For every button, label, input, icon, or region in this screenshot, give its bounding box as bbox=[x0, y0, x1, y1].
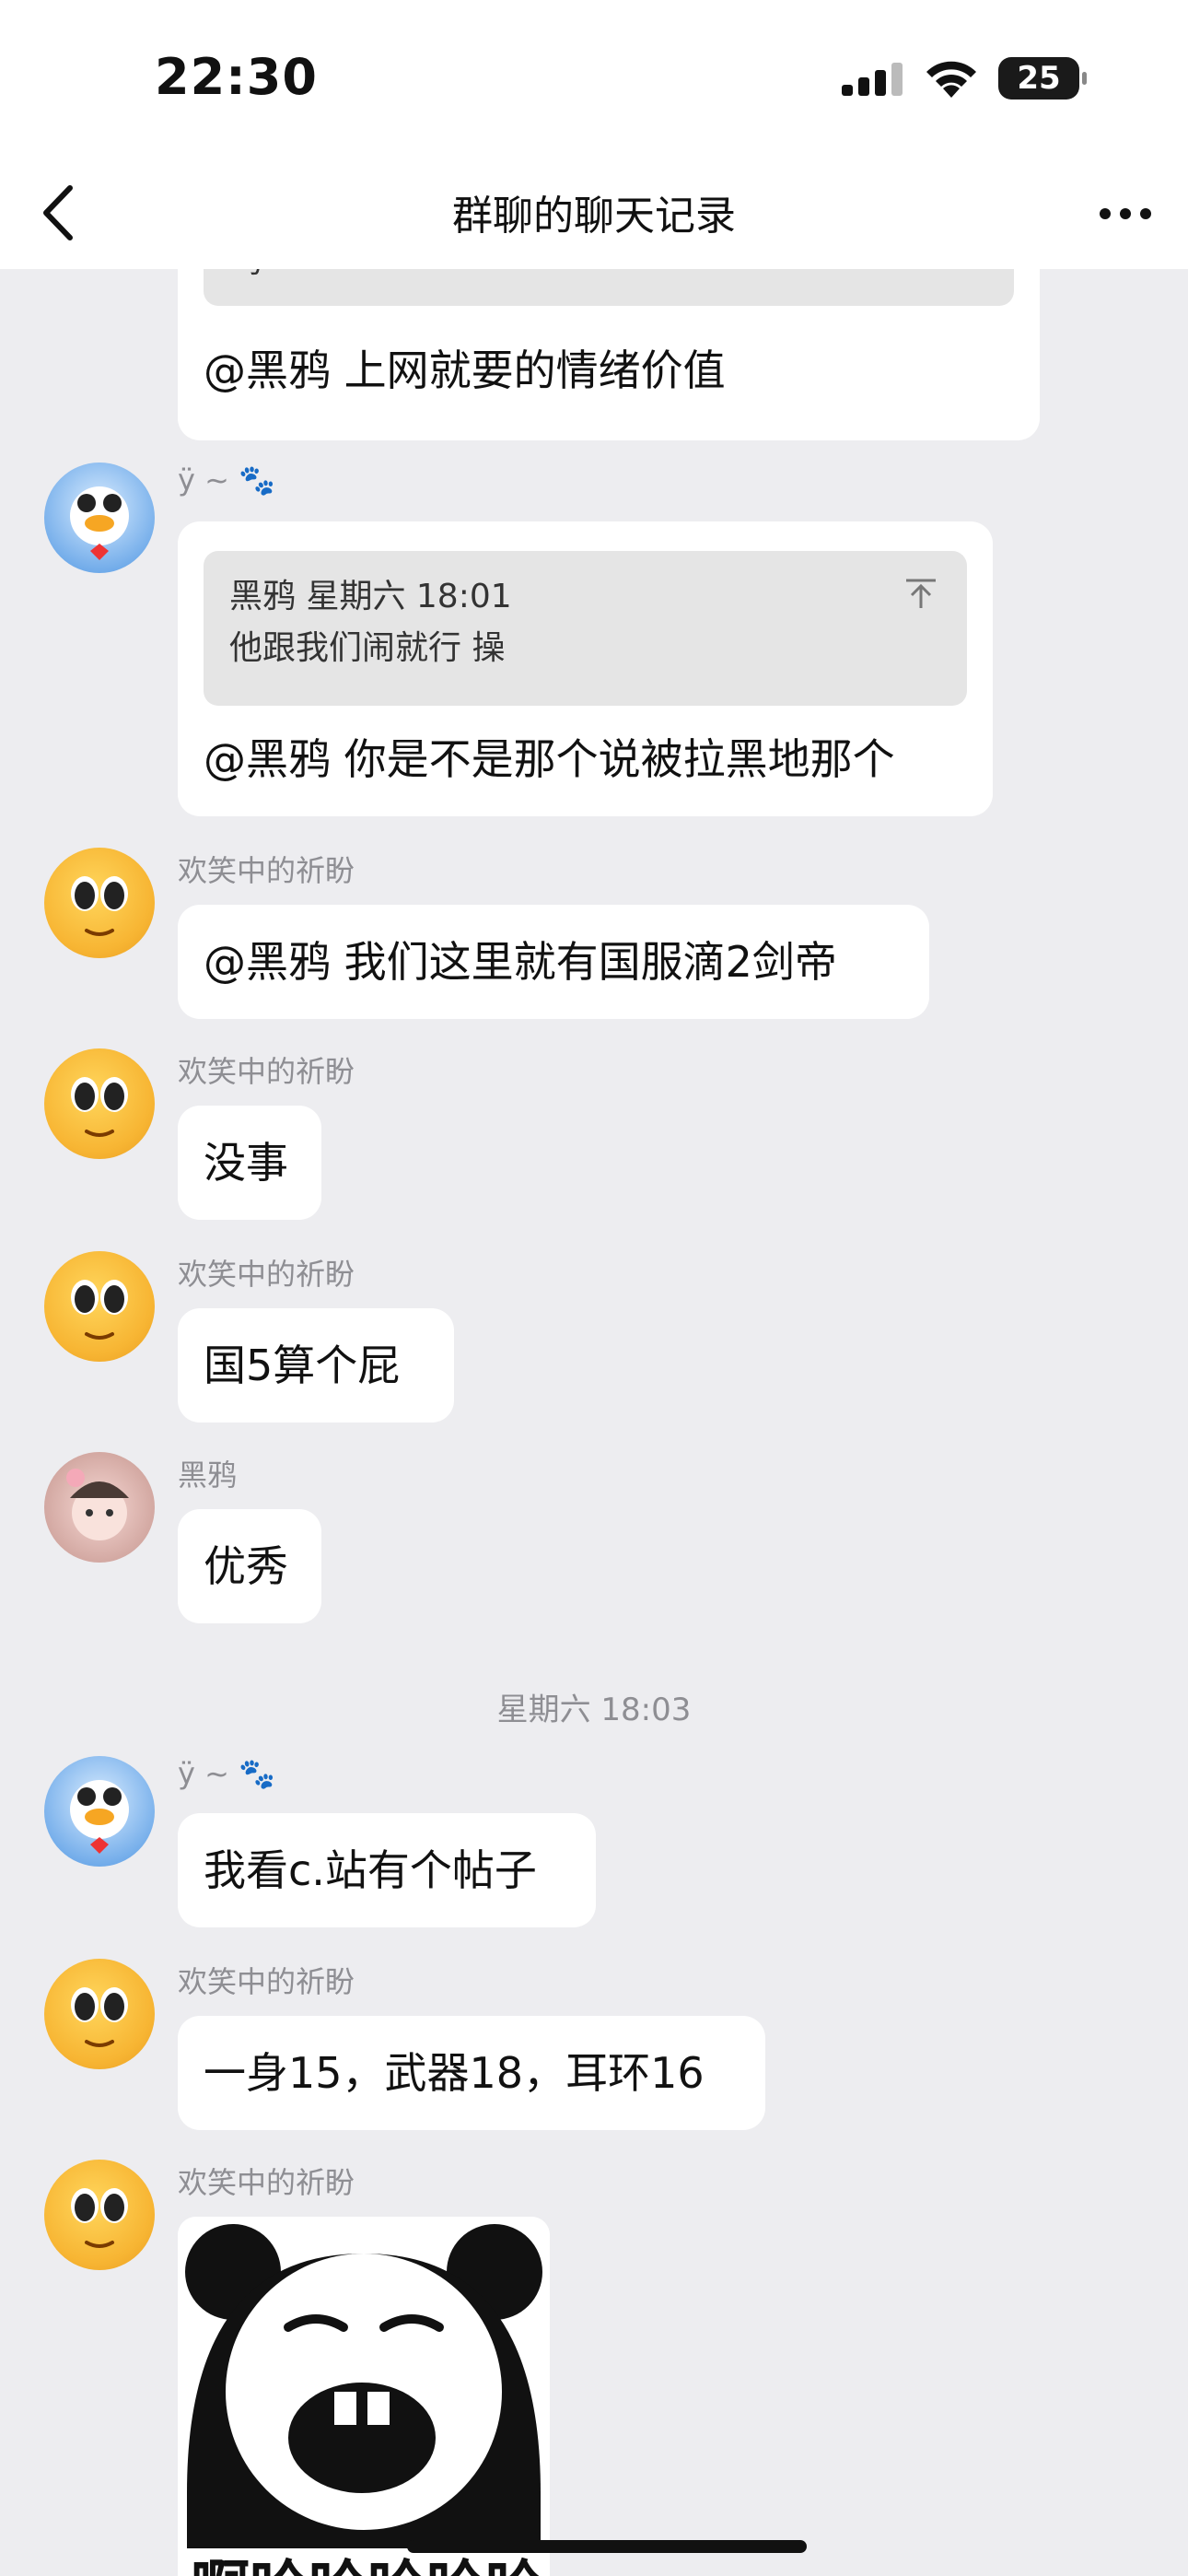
avatar[interactable] bbox=[44, 848, 155, 958]
sender-name: ÿ ~ 🐾 bbox=[178, 1756, 275, 1791]
battery-icon: 25 bbox=[998, 57, 1087, 100]
message-text: @黑鸦 你是不是那个说被拉黑地那个 bbox=[204, 734, 895, 784]
message-bubble[interactable]: @黑鸦 我们这里就有国服滴2剑帝 bbox=[178, 905, 929, 1019]
home-indicator[interactable] bbox=[407, 2540, 807, 2553]
avatar[interactable] bbox=[44, 1452, 155, 1563]
message-text: 没事 bbox=[204, 1138, 288, 1188]
avatar[interactable] bbox=[44, 1251, 155, 1362]
message-bubble[interactable]: 优秀 bbox=[178, 1509, 321, 1623]
sender-name: 欢笑中的祈盼 bbox=[178, 1964, 355, 1999]
message-text: @黑鸦 上网就要的情绪价值 bbox=[204, 345, 726, 395]
wifi-icon bbox=[926, 61, 976, 98]
panda-meme-icon bbox=[178, 2217, 550, 2576]
quoted-message[interactable]: 吗 bbox=[204, 269, 1014, 306]
message-bubble[interactable]: 吗 @黑鸦 上网就要的情绪价值 bbox=[178, 269, 1040, 440]
cellular-signal-icon bbox=[842, 63, 903, 96]
quoted-message[interactable]: 黑鸦 星期六 18:01 他跟我们闹就行 操 bbox=[204, 551, 967, 706]
sender-name: 欢笑中的祈盼 bbox=[178, 853, 355, 888]
message-bubble[interactable]: 一身15，武器18，耳环16 bbox=[178, 2016, 765, 2130]
message-text: 一身15，武器18，耳环16 bbox=[204, 2048, 705, 2098]
avatar[interactable] bbox=[44, 463, 155, 573]
quoted-text: 他跟我们闹就行 操 bbox=[229, 629, 506, 667]
status-time: 22:30 bbox=[155, 48, 318, 106]
message-bubble[interactable]: 国5算个屁 bbox=[178, 1308, 454, 1423]
sender-name: 黑鸦 bbox=[178, 1458, 238, 1493]
avatar[interactable] bbox=[44, 1048, 155, 1159]
avatar[interactable] bbox=[44, 1959, 155, 2069]
message-bubble[interactable]: 没事 bbox=[178, 1106, 321, 1220]
sender-name: ÿ ~ 🐾 bbox=[178, 463, 275, 498]
avatar[interactable] bbox=[44, 2160, 155, 2270]
message-text: 优秀 bbox=[204, 1541, 288, 1591]
quoted-text: 吗 bbox=[229, 269, 262, 287]
avatar[interactable] bbox=[44, 1756, 155, 1867]
status-bar: 22:30 25 bbox=[0, 0, 1188, 157]
message-text: @黑鸦 我们这里就有国服滴2剑帝 bbox=[204, 937, 837, 987]
sender-name: 欢笑中的祈盼 bbox=[178, 1257, 355, 1292]
sender-name: 欢笑中的祈盼 bbox=[178, 1054, 355, 1089]
message-bubble[interactable]: 我看c.站有个帖子 bbox=[178, 1813, 596, 1927]
message-bubble[interactable]: 黑鸦 星期六 18:01 他跟我们闹就行 操 @黑鸦 你是不是那个说被拉黑地那个 bbox=[178, 521, 993, 816]
sender-name: 欢笑中的祈盼 bbox=[178, 2165, 355, 2200]
nav-bar: 群聊的聊天记录 bbox=[0, 157, 1188, 269]
pin-to-top-icon[interactable] bbox=[903, 575, 939, 612]
sticker-image[interactable]: 啊哈哈哈哈哈 bbox=[178, 2217, 550, 2576]
message-text: 我看c.站有个帖子 bbox=[204, 1845, 537, 1895]
more-options-icon[interactable] bbox=[1098, 205, 1153, 223]
message-text: 国5算个屁 bbox=[204, 1341, 401, 1390]
quoted-header: 黑鸦 星期六 18:01 bbox=[229, 578, 512, 615]
page-title: 群聊的聊天记录 bbox=[452, 193, 736, 240]
chat-history[interactable]: 吗 @黑鸦 上网就要的情绪价值 ÿ ~ 🐾 黑鸦 星期六 18:01 他跟我们闹… bbox=[0, 269, 1188, 2576]
time-divider: 星期六 18:03 bbox=[496, 1692, 692, 1728]
